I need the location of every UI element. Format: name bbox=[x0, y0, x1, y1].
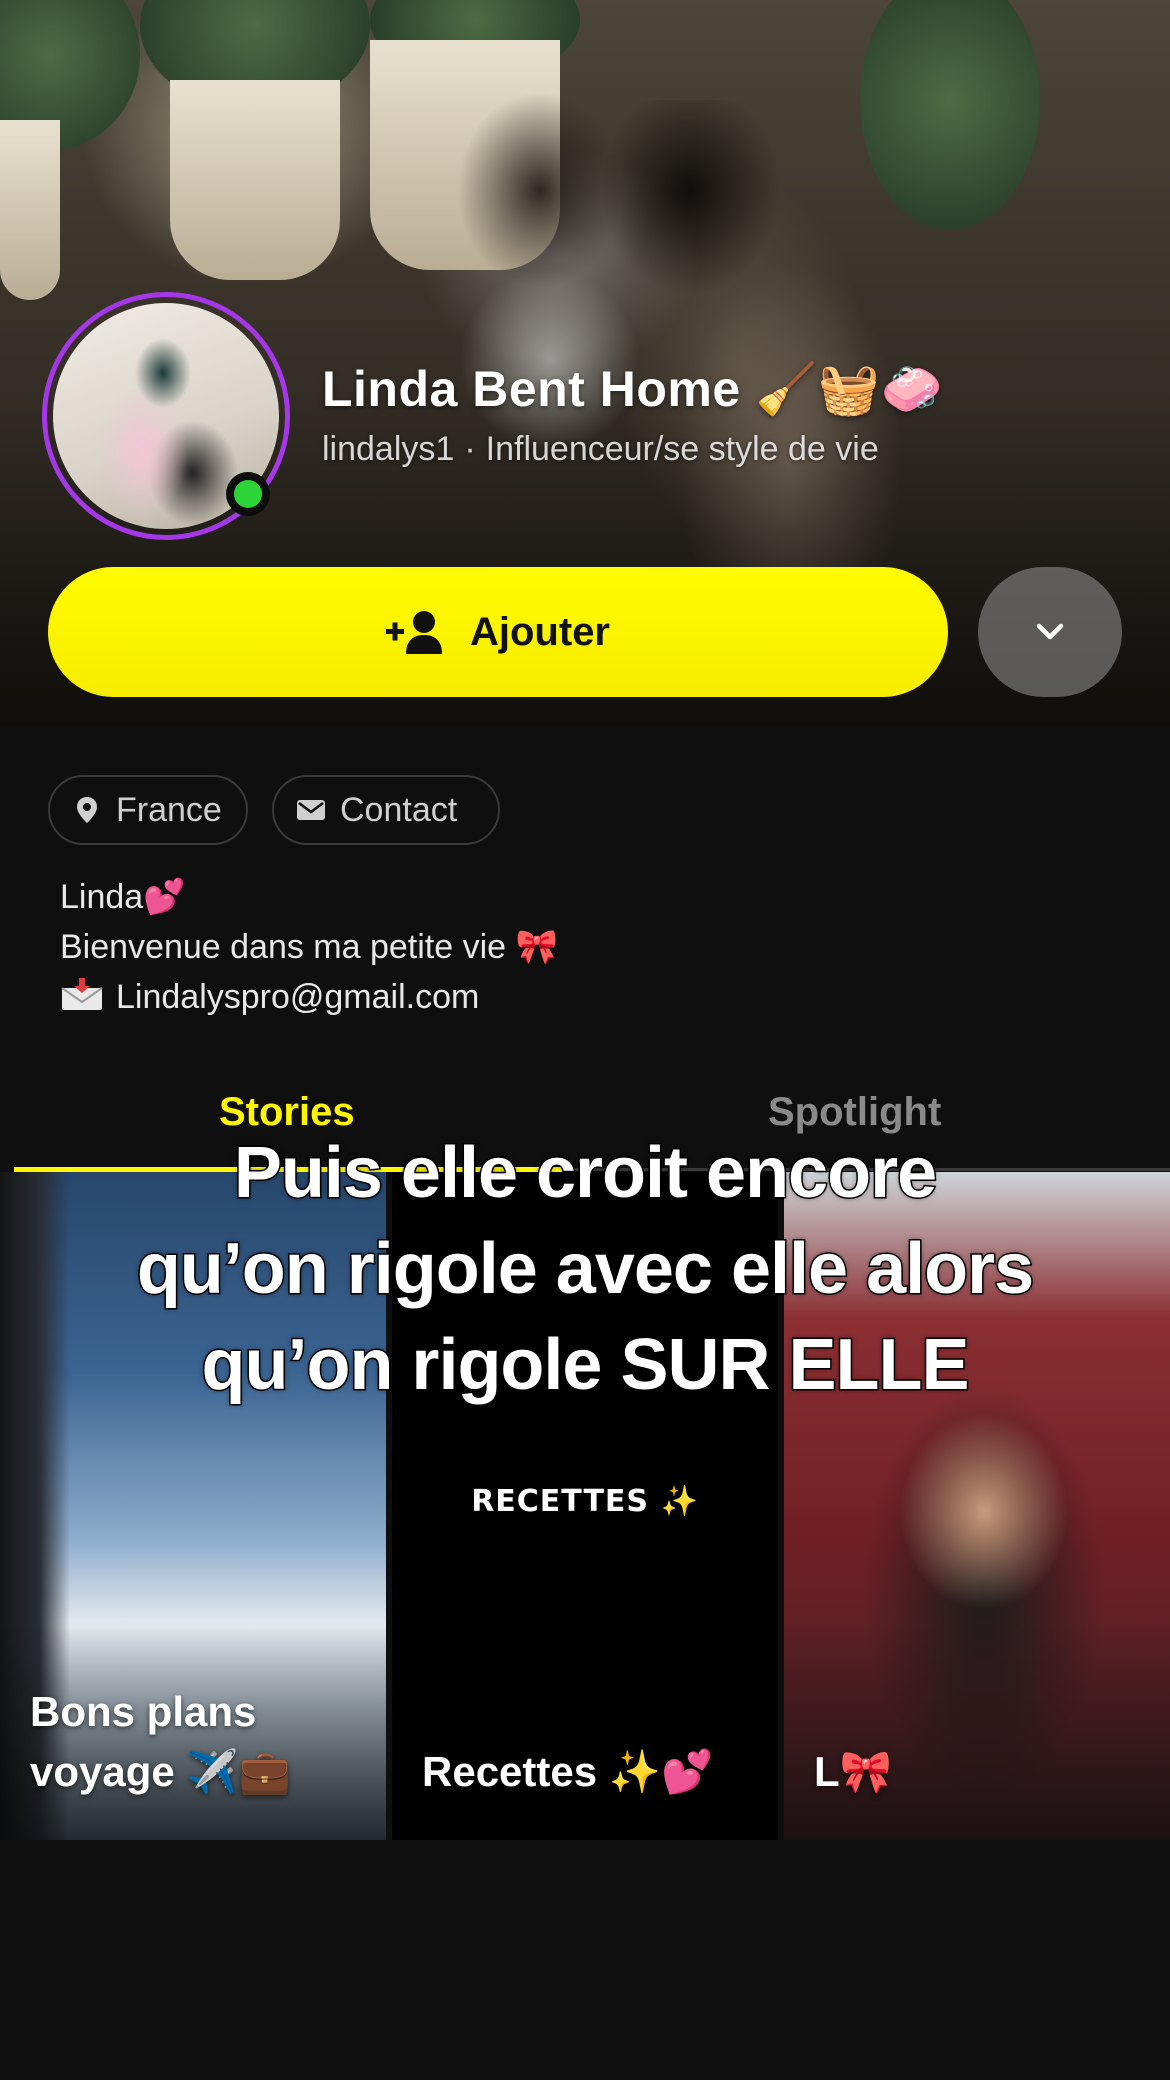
contact-label: Contact bbox=[340, 790, 458, 829]
location-pin-icon bbox=[77, 797, 97, 823]
subline-separator: · bbox=[464, 430, 476, 468]
online-status-icon bbox=[226, 472, 270, 516]
profile-screen: Linda Bent Home 🧹🧺🧼 lindalys1 · Influenceu… bbox=[0, 0, 1170, 2080]
story-tile-label: Recettes ✨💕 bbox=[422, 1748, 714, 1795]
caption-line-2: qu’on rigole avec elle alors bbox=[135, 1228, 1035, 1311]
display-name: Linda Bent Home 🧹🧺🧼 bbox=[322, 361, 944, 417]
story-tile-label: Bons plans voyage ✈️💼 bbox=[30, 1688, 292, 1795]
profile-category: Influenceur/se style de vie bbox=[485, 430, 879, 468]
add-friend-label: Ajouter bbox=[470, 609, 610, 654]
story-tile-label: L🎀 bbox=[814, 1748, 892, 1795]
bio-email[interactable]: Lindalyspro@gmail.com bbox=[116, 978, 479, 1016]
profile-bio: Linda💕 Bienvenue dans ma petite vie 🎀 Li… bbox=[60, 872, 558, 1022]
caption-line-1: Puis elle croit encore bbox=[232, 1132, 938, 1215]
chevron-down-icon bbox=[1036, 623, 1064, 640]
mail-icon bbox=[297, 800, 325, 820]
profile-subline: lindalys1 · Influenceur/se style de vie bbox=[322, 430, 879, 469]
bio-email-line: Lindalyspro@gmail.com bbox=[60, 972, 558, 1022]
location-label: France bbox=[116, 790, 222, 829]
username: lindalys1 bbox=[322, 430, 455, 468]
overlay-caption: Puis elle croit encore qu’on rigole avec… bbox=[0, 1125, 1170, 1413]
bio-line-2: Bienvenue dans ma petite vie 🎀 bbox=[60, 928, 558, 966]
story-tile-sign: RECETTES ✨ bbox=[471, 1484, 699, 1519]
add-friend-button[interactable]: Ajouter bbox=[48, 567, 948, 697]
bio-line-1: Linda💕 bbox=[60, 878, 186, 916]
inbox-tray-icon bbox=[61, 978, 103, 1010]
more-options-button[interactable] bbox=[978, 567, 1122, 697]
location-chip[interactable]: France bbox=[48, 775, 248, 845]
contact-chip[interactable]: Contact bbox=[272, 775, 500, 845]
add-friend-icon bbox=[386, 611, 442, 654]
caption-line-3: qu’on rigole SUR ELLE bbox=[200, 1324, 971, 1407]
